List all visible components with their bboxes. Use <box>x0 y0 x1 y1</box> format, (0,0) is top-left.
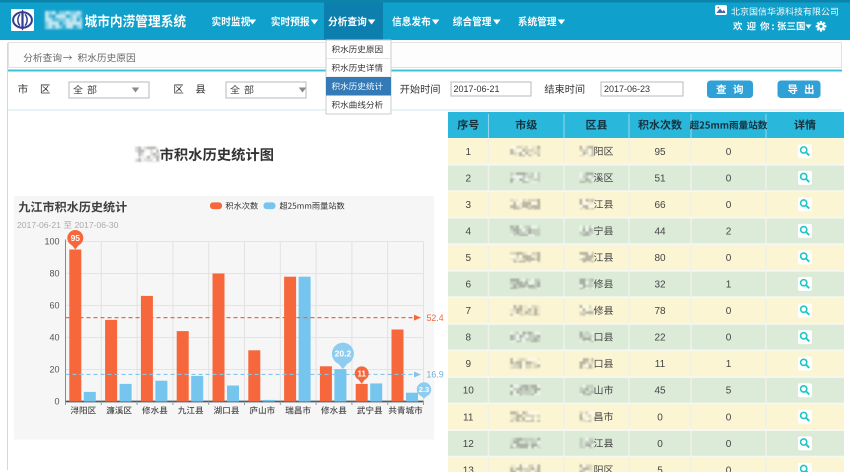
svg-text:5: 5 <box>657 465 663 472</box>
svg-text:40: 40 <box>49 333 59 343</box>
svg-text:32: 32 <box>654 280 666 291</box>
svg-text:20.2: 20.2 <box>335 349 352 359</box>
svg-text:6: 6 <box>465 280 471 291</box>
svg-text:0: 0 <box>726 173 732 184</box>
svg-text:11: 11 <box>357 369 366 378</box>
svg-text:0: 0 <box>726 412 732 423</box>
svg-text:4: 4 <box>465 226 471 237</box>
svg-text:5: 5 <box>726 386 732 397</box>
svg-text:22: 22 <box>654 333 666 344</box>
svg-text:1: 1 <box>726 280 732 291</box>
svg-text:13: 13 <box>463 465 475 472</box>
svg-text:52.4: 52.4 <box>427 313 444 323</box>
svg-text:12: 12 <box>463 439 475 450</box>
svg-text:3: 3 <box>465 200 471 211</box>
svg-text:60: 60 <box>49 301 59 311</box>
svg-text:0: 0 <box>54 397 59 407</box>
svg-text:45: 45 <box>654 386 666 397</box>
svg-text:10: 10 <box>463 386 475 397</box>
svg-text:20: 20 <box>49 365 59 375</box>
svg-text:2017-06-23: 2017-06-23 <box>604 84 650 94</box>
svg-text:0: 0 <box>726 147 732 158</box>
svg-text:2: 2 <box>726 226 732 237</box>
svg-text:5: 5 <box>465 253 471 264</box>
svg-text:0: 0 <box>726 200 732 211</box>
svg-text:2017-06-30: 2017-06-30 <box>75 220 119 230</box>
svg-text:78: 78 <box>654 306 666 317</box>
svg-text:80: 80 <box>49 269 59 279</box>
svg-text:100: 100 <box>44 237 59 247</box>
svg-text:66: 66 <box>654 200 666 211</box>
svg-text:1: 1 <box>465 147 471 158</box>
svg-text:2017-06-21: 2017-06-21 <box>17 220 61 230</box>
svg-text:0: 0 <box>726 333 732 344</box>
svg-text:11: 11 <box>463 412 474 423</box>
svg-text:51: 51 <box>654 173 666 184</box>
svg-text:2017-06-21: 2017-06-21 <box>454 84 500 94</box>
svg-text:8: 8 <box>465 333 471 344</box>
svg-text:2.3: 2.3 <box>419 385 429 394</box>
svg-text:44: 44 <box>654 226 666 237</box>
svg-text:1: 1 <box>726 359 732 370</box>
svg-text:0: 0 <box>726 306 732 317</box>
svg-text:7: 7 <box>465 306 471 317</box>
svg-text:9: 9 <box>465 359 471 370</box>
svg-text:0: 0 <box>726 465 732 472</box>
svg-text:2: 2 <box>465 173 471 184</box>
svg-text:0: 0 <box>657 412 663 423</box>
svg-text:95: 95 <box>71 233 81 243</box>
svg-text:95: 95 <box>654 147 666 158</box>
svg-text:16.9: 16.9 <box>427 370 444 380</box>
svg-text:0: 0 <box>657 439 663 450</box>
svg-text:80: 80 <box>654 253 666 264</box>
svg-text:0: 0 <box>726 253 732 264</box>
svg-text:11: 11 <box>655 359 666 370</box>
svg-text:0: 0 <box>726 439 732 450</box>
